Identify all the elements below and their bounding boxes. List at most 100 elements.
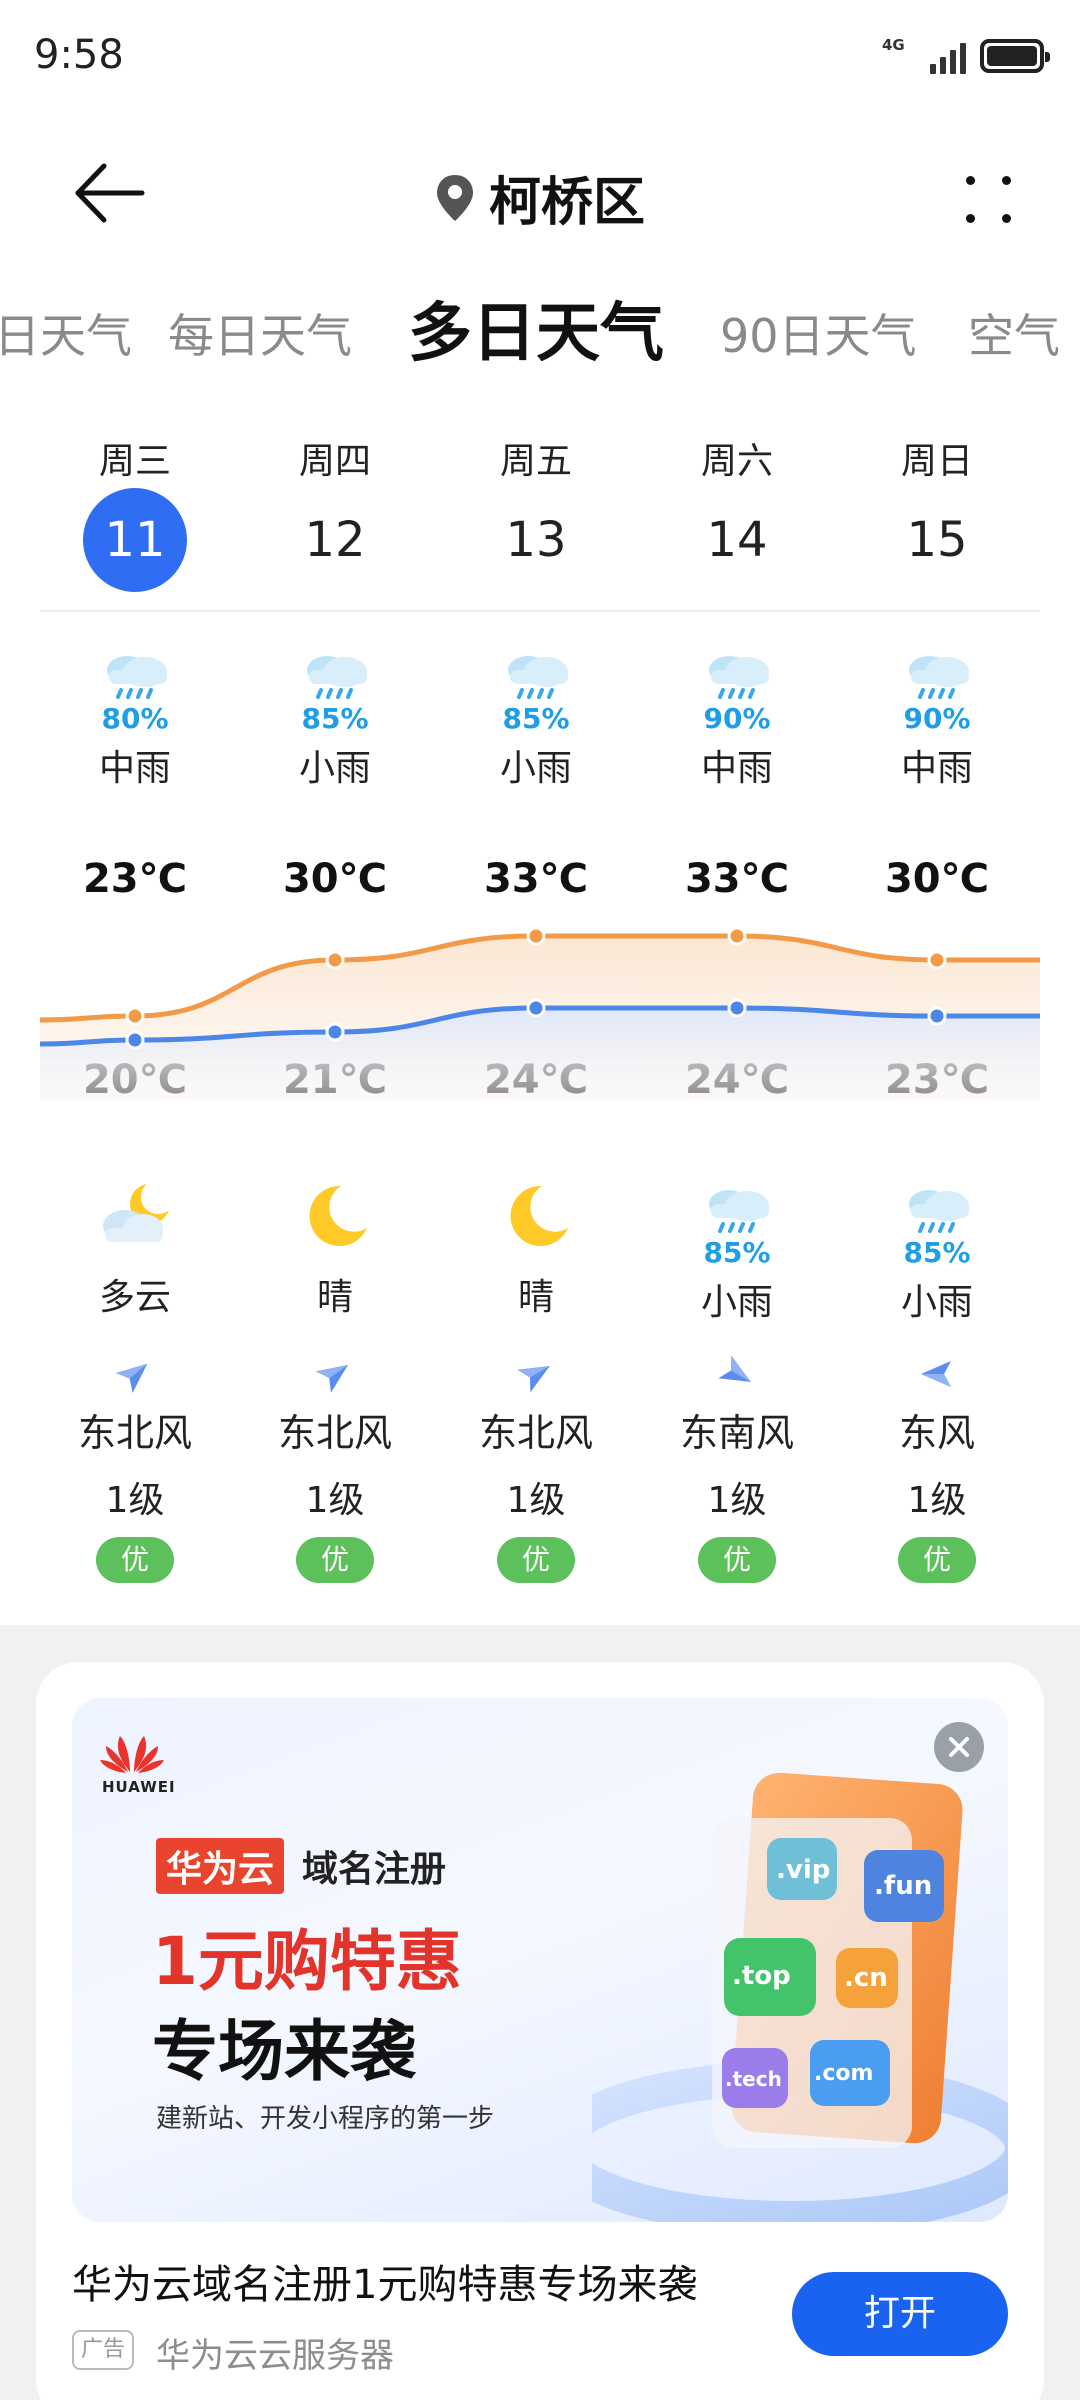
ad-close-button[interactable] — [934, 1722, 984, 1772]
high-temp-point — [125, 1006, 145, 1026]
wind-direction-icon — [917, 1354, 957, 1394]
aqi-badge[interactable]: 优 — [497, 1537, 575, 1583]
tab-air-quality[interactable]: 空气 — [968, 300, 1060, 366]
status-bar: 9:58 4G — [0, 0, 1080, 110]
day-condition: 小雨 — [298, 748, 371, 789]
low-temp-point — [325, 1022, 345, 1042]
day-condition: 中雨 — [700, 748, 773, 789]
rain-icon — [496, 646, 576, 702]
ad-brand-tag: 华为云 — [156, 1838, 285, 1894]
wind-direction: 东北风 — [77, 1411, 192, 1455]
wind-direction-icon — [516, 1354, 556, 1394]
divider — [40, 610, 1040, 612]
aqi-badge[interactable]: 优 — [698, 1537, 776, 1583]
weekday-label: 周五 — [499, 441, 572, 482]
wind-level: 1级 — [707, 1480, 767, 1521]
date-number[interactable]: 12 — [283, 488, 387, 592]
ad-domain-com: .com — [814, 2061, 873, 2086]
night-condition: 小雨 — [700, 1282, 773, 1323]
moon-icon — [496, 1180, 576, 1250]
ad-title[interactable]: 华为云域名注册1元购特惠专场来袭 — [72, 2252, 697, 2310]
weekday-label: 周六 — [700, 441, 773, 482]
night-condition: 晴 — [517, 1277, 554, 1318]
location-title[interactable]: 柯桥区 — [0, 160, 1080, 235]
ad-promo-line-2: 专场来袭 — [152, 2013, 416, 2090]
wind-level: 1级 — [305, 1480, 365, 1521]
high-temperature: 33℃ — [684, 856, 790, 902]
aqi-badge[interactable]: 优 — [898, 1537, 976, 1583]
ad-card[interactable]: HUAWEI 华为云 域名注册 1元购特惠 专场来袭 建新站、开发小程序的第一步… — [36, 1662, 1044, 2400]
day-precip-probability: 85% — [301, 702, 369, 735]
ad-domain-vip: .vip — [776, 1855, 830, 1885]
day-condition: 中雨 — [98, 748, 171, 789]
high-temperature: 23℃ — [82, 856, 188, 902]
wind-direction: 东风 — [898, 1411, 975, 1455]
ad-promo-line-1: 1元购特惠 — [152, 1923, 462, 2000]
rain-icon — [295, 646, 375, 702]
ad-promo-line-3: 建新站、开发小程序的第一步 — [156, 2104, 495, 2134]
huawei-logo-text: HUAWEI — [102, 1778, 176, 1796]
day-condition: 小雨 — [499, 748, 572, 789]
network-icon: 4G — [882, 36, 916, 76]
low-temp-point — [727, 998, 747, 1018]
weekday-label: 周三 — [98, 441, 171, 482]
wind-direction-icon — [717, 1354, 757, 1394]
forecast-tabs: 日天气 每日天气 多日天气 90日天气 空气 — [0, 290, 1080, 380]
more-options-button[interactable] — [962, 170, 1022, 230]
tab-90-day-weather[interactable]: 90日天气 — [720, 300, 917, 366]
tab-hourly-weather[interactable]: 日天气 — [0, 300, 132, 366]
night-precip-probability: 85% — [703, 1236, 771, 1269]
date-number[interactable]: 11 — [83, 488, 187, 592]
signal-icon — [930, 38, 966, 74]
wind-direction: 东北风 — [478, 1411, 593, 1455]
date-number[interactable]: 14 — [685, 488, 789, 592]
day-precip-probability: 80% — [101, 702, 169, 735]
ad-label-badge: 广告 — [72, 2330, 134, 2370]
high-temp-point — [325, 950, 345, 970]
day-precip-probability: 85% — [502, 702, 570, 735]
rain-icon — [897, 646, 977, 702]
rain-icon — [897, 1180, 977, 1236]
aqi-badge[interactable]: 优 — [96, 1537, 174, 1583]
huawei-logo-icon — [100, 1736, 164, 1773]
wind-direction-icon — [115, 1354, 155, 1394]
header: 柯桥区 — [0, 140, 1080, 250]
ad-brand-subtitle: 域名注册 — [302, 1849, 447, 1890]
high-temp-point — [526, 926, 546, 946]
aqi-badge[interactable]: 优 — [296, 1537, 374, 1583]
ad-banner[interactable]: HUAWEI 华为云 域名注册 1元购特惠 专场来袭 建新站、开发小程序的第一步… — [72, 1698, 1008, 2222]
wind-direction-icon — [315, 1354, 355, 1394]
battery-icon — [980, 39, 1050, 73]
high-temperature: 30℃ — [282, 856, 388, 902]
low-temp-point — [125, 1030, 145, 1050]
weekday-label: 周四 — [298, 441, 371, 482]
ad-domain-cn: .cn — [844, 1963, 888, 1993]
rain-icon — [697, 646, 777, 702]
date-number[interactable]: 15 — [885, 488, 989, 592]
status-icons: 4G — [882, 36, 1050, 76]
night-condition: 多云 — [98, 1277, 171, 1318]
high-temperature: 33℃ — [483, 856, 589, 902]
high-temperature: 30℃ — [884, 856, 990, 902]
weekday-label: 周日 — [900, 441, 973, 482]
high-temp-point — [727, 926, 747, 946]
ad-domain-tech: .tech — [725, 2067, 782, 2091]
tab-daily-weather[interactable]: 每日天气 — [168, 300, 352, 366]
wind-level: 1级 — [907, 1480, 967, 1521]
day-condition: 中雨 — [900, 748, 973, 789]
night-condition: 晴 — [316, 1277, 353, 1318]
day-precip-probability: 90% — [903, 702, 971, 735]
status-time: 9:58 — [34, 32, 124, 78]
domain-phone-illustration: .vip .fun .top .cn .tech .com — [592, 1772, 1008, 2222]
wind-direction: 东北风 — [277, 1411, 392, 1455]
ad-source: 华为云云服务器 — [156, 2336, 394, 2376]
open-button[interactable]: 打开 — [792, 2272, 1008, 2356]
high-temp-point — [927, 950, 947, 970]
location-name: 柯桥区 — [488, 173, 645, 233]
date-number[interactable]: 13 — [484, 488, 588, 592]
ad-domain-top: .top — [732, 1961, 791, 1991]
ad-domain-fun: .fun — [874, 1871, 932, 1901]
rain-icon — [697, 1180, 777, 1236]
night-condition: 小雨 — [900, 1282, 973, 1323]
tab-multi-day-weather[interactable]: 多日天气 — [408, 290, 664, 374]
